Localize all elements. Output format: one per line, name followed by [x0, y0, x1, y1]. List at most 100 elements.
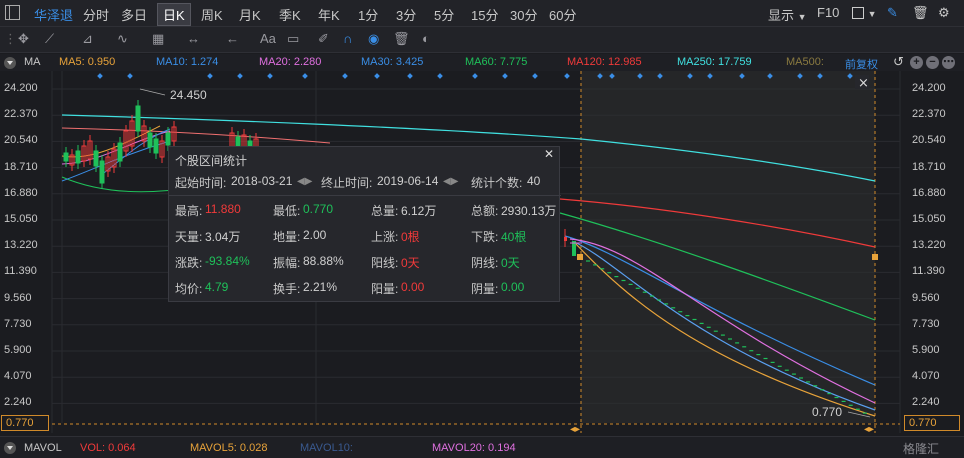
stats-row: 最高: 11.880 最低: 0.770 总量: 6.12万 总额: 2930.13万 [169, 197, 561, 223]
stock-name[interactable]: 华泽退 [34, 5, 73, 24]
start-time-stepper-icon[interactable]: ◀▶ [297, 176, 312, 187]
signal-dot [302, 73, 308, 79]
text-tool[interactable]: Aa [260, 31, 276, 46]
trash-icon[interactable]: 🗑 [393, 31, 410, 47]
y-tick-left: 15.050 [4, 213, 38, 225]
signal-dot [267, 73, 273, 79]
drawing-toolbar: ⋮ ✥ ⟋ ⊿ ∿ ▦ ↔ ← Aa ▭ ✐ ∩ ◉ 🗑 ◐ [0, 27, 964, 53]
price-box-right: 0.770 [904, 415, 960, 431]
line-tool-icon[interactable]: ⟋ [45, 31, 54, 47]
ma60-value: MA60: 7.775 [465, 56, 528, 68]
end-time-value: 2019-06-14 [377, 174, 439, 188]
stats-label: 均价: [175, 282, 203, 296]
stats-value: 3.04万 [205, 230, 241, 244]
target-icon[interactable]: ◉ [368, 31, 379, 47]
tab-3min[interactable]: 3分 [396, 5, 416, 24]
tab-weekly-k[interactable]: 周K [201, 5, 223, 24]
y-tick-right: 20.540 [912, 134, 946, 147]
mavol20-value: MAVOL20: 0.194 [432, 442, 516, 454]
panel-toggle-icon[interactable] [5, 5, 20, 20]
drag-handle-icon[interactable]: ⋮ [4, 31, 17, 47]
y-tick-right: 22.370 [912, 108, 946, 121]
tab-intraday[interactable]: 分时 [83, 5, 109, 24]
y-tick-right: 9.560 [912, 291, 940, 304]
fib-tool-icon[interactable]: ▦ [152, 31, 164, 47]
stats-value: 2930.13万 [501, 204, 557, 218]
tab-5min[interactable]: 5分 [434, 5, 454, 24]
count-label: 统计个数: [471, 176, 523, 190]
tab-60min[interactable]: 60分 [549, 5, 576, 24]
selection-range[interactable] [581, 71, 875, 423]
chevron-down-icon: ▼ [797, 12, 807, 22]
stats-row: 涨跌: -93.84% 振幅: 88.88% 阳线: 0天 阴线: 0天 [169, 249, 561, 275]
pen-icon[interactable]: ✎ [887, 5, 898, 21]
visibility-icon[interactable]: ◐ [422, 31, 430, 46]
stats-value: 0.770 [303, 202, 334, 216]
candle-body [117, 142, 123, 162]
signal-dot [237, 73, 243, 79]
reset-icon[interactable]: ↺ [893, 54, 904, 70]
stats-label: 总额: [471, 204, 499, 218]
stats-label: 换手: [273, 282, 301, 296]
close-icon[interactable]: × [858, 76, 869, 91]
watermark: 格隆汇 [903, 442, 940, 456]
zoom-in-icon[interactable]: + [910, 56, 923, 69]
candle-body [165, 132, 171, 146]
y-tick-left: 24.200 [4, 82, 38, 94]
magnet-icon[interactable]: ∩ [343, 31, 352, 46]
settings-icon[interactable]: ⚙ [938, 5, 950, 21]
stats-label: 阴线: [471, 256, 499, 270]
layout-dropdown[interactable]: ▼ [852, 5, 877, 20]
eraser-icon[interactable]: ✐ [318, 31, 329, 47]
range-tool-icon[interactable]: ↔ [187, 31, 200, 46]
selection-end-arrows-icon[interactable]: ◂▸ [864, 424, 874, 435]
tab-daily-k[interactable]: 日K [157, 3, 191, 26]
f10-button[interactable]: F10 [817, 5, 839, 20]
count-value: 40 [527, 174, 541, 188]
tab-multi-day[interactable]: 多日 [121, 5, 147, 24]
tab-1min[interactable]: 1分 [358, 5, 378, 24]
candle-body [63, 152, 69, 162]
zoom-out-icon[interactable]: − [926, 56, 939, 69]
crosshair-icon[interactable]: ✥ [18, 31, 29, 47]
stats-close-icon[interactable]: ✕ [544, 148, 555, 160]
chevron-down-icon: ▼ [867, 9, 877, 19]
comment-icon[interactable]: ▭ [287, 31, 299, 47]
start-time-label: 起始时间: [175, 176, 227, 190]
y-tick-left: 18.710 [4, 160, 38, 173]
y-tick-right: 11.390 [912, 265, 945, 278]
tab-15min[interactable]: 15分 [471, 5, 498, 24]
price-box-right-value: 0.770 [909, 417, 937, 429]
ma500-value: MA500: [786, 56, 824, 68]
selection-start-handle[interactable] [577, 254, 583, 260]
tab-yearly-k[interactable]: 年K [318, 5, 340, 24]
selection-start-arrows-icon[interactable]: ◂▸ [570, 424, 580, 435]
signal-dot [374, 73, 380, 79]
wave-tool-icon[interactable]: ∿ [117, 31, 128, 47]
end-time-stepper-icon[interactable]: ◀▶ [443, 176, 458, 187]
channel-tool-icon[interactable]: ⊿ [82, 31, 93, 47]
signal-dot [472, 73, 478, 79]
y-tick-left: 7.730 [4, 317, 32, 330]
collapse-icon[interactable] [4, 442, 16, 454]
tab-monthly-k[interactable]: 月K [239, 5, 261, 24]
y-tick-left: 20.540 [4, 134, 38, 147]
signal-dot [207, 73, 213, 79]
tab-30min[interactable]: 30分 [510, 5, 537, 24]
stats-label: 总量: [371, 204, 399, 218]
signal-dot [342, 73, 348, 79]
candle-body [75, 150, 81, 164]
stats-title: 个股区间统计 [175, 154, 248, 168]
stats-label: 振幅: [273, 256, 301, 270]
display-dropdown[interactable]: 显示 ▼ [768, 5, 807, 24]
stats-label: 阴量: [471, 282, 499, 296]
selection-end-handle[interactable] [872, 254, 878, 260]
delete-icon[interactable]: 🗑 [912, 5, 929, 21]
tab-quarterly-k[interactable]: 季K [279, 5, 301, 24]
arrow-tool-icon[interactable]: ← [226, 31, 239, 46]
mavol-label: MAVOL [24, 442, 62, 454]
adjust-mode-button[interactable]: 前复权 [845, 56, 878, 72]
collapse-icon[interactable] [4, 57, 16, 69]
more-icon[interactable]: ⋯ [942, 56, 955, 69]
y-tick-left: 13.220 [4, 239, 38, 252]
